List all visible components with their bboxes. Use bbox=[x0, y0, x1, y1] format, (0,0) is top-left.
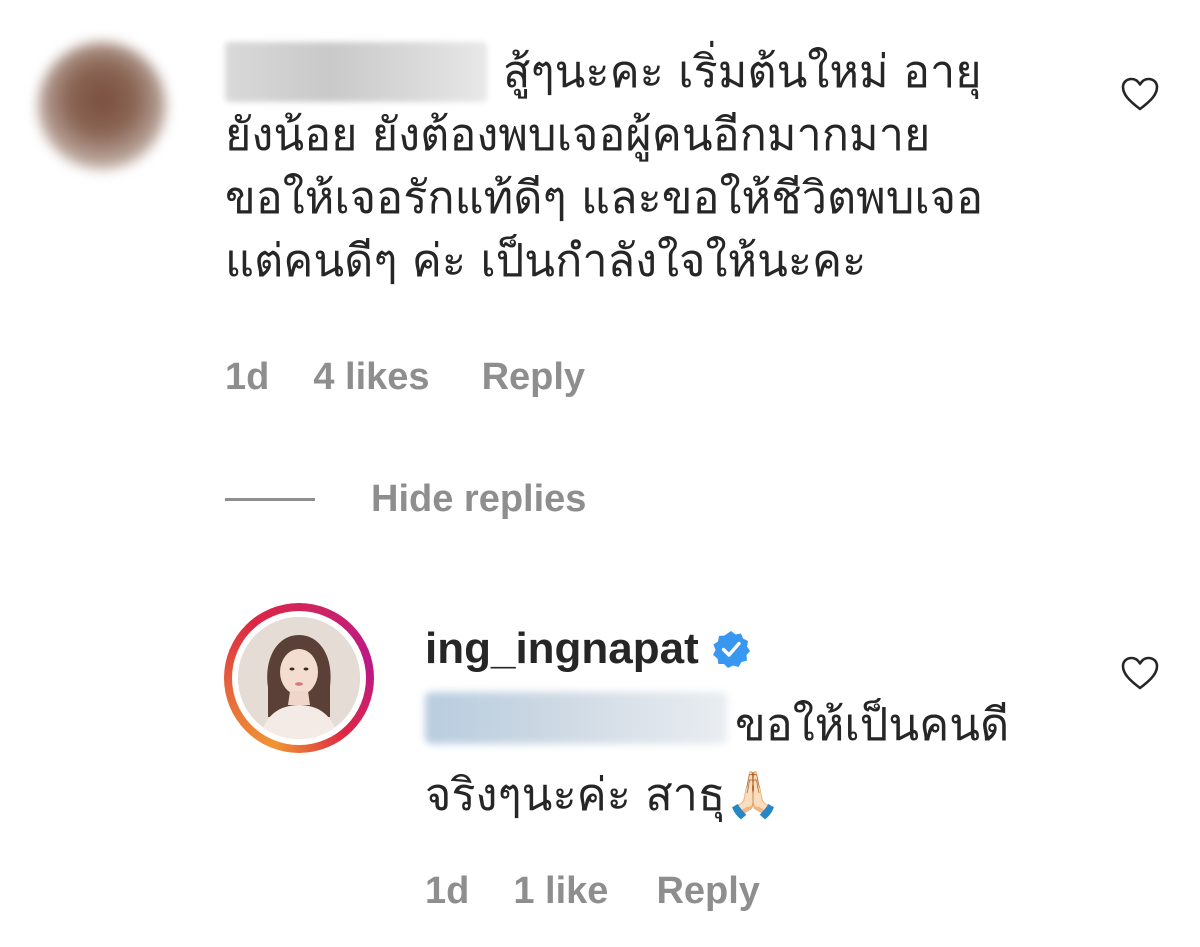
reply-likes-link[interactable]: 1 like bbox=[513, 870, 608, 913]
reply-text-line: จริงๆนะค่ะ สาธุ🙏🏻 bbox=[425, 768, 782, 821]
comment-text-line: ขอให้เจอรักแท้ดีๆ และขอให้ชีวิตพบเจอ bbox=[225, 171, 984, 224]
reply-username[interactable]: ing_ingnapat bbox=[425, 624, 699, 674]
commenter-avatar-blurred[interactable] bbox=[38, 42, 166, 170]
reply-avatar-story-ring[interactable] bbox=[224, 603, 374, 753]
heart-outline-icon bbox=[1121, 656, 1159, 690]
like-reply-button[interactable] bbox=[1120, 655, 1160, 691]
comment-meta: 1d 4 likes Reply bbox=[225, 356, 585, 399]
reply-text: ขอให้เป็นคนดี จริงๆนะค่ะ สาธุ🙏🏻 bbox=[425, 690, 1105, 830]
profile-photo bbox=[238, 617, 360, 739]
comment-text-line: สู้ๆนะคะ เริ่มต้นใหม่ อายุ bbox=[503, 45, 982, 98]
reply-time: 1d bbox=[425, 870, 470, 912]
reply-reply-button[interactable]: Reply bbox=[656, 870, 759, 913]
comment-time: 1d bbox=[225, 356, 270, 398]
like-comment-button[interactable] bbox=[1120, 76, 1160, 112]
comment-text: สู้ๆนะคะ เริ่มต้นใหม่ อายุ ยังน้อย ยังต้… bbox=[225, 40, 1025, 292]
reply-header: ing_ingnapat bbox=[425, 624, 751, 674]
hide-replies-button[interactable]: Hide replies bbox=[225, 478, 586, 521]
thread-divider-line bbox=[225, 498, 315, 501]
hide-replies-label: Hide replies bbox=[371, 478, 587, 520]
verified-badge-icon bbox=[711, 629, 751, 669]
comment-likes-link[interactable]: 4 likes bbox=[313, 356, 429, 399]
reply-text-line: ขอให้เป็นคนดี bbox=[735, 698, 1010, 751]
comment-text-line: แต่คนดีๆ ค่ะ เป็นกำลังใจให้นะคะ bbox=[225, 234, 867, 287]
comment-text-line: ยังน้อย ยังต้องพบเจอผู้คนอีกมากมาย bbox=[225, 108, 931, 161]
heart-outline-icon bbox=[1121, 77, 1159, 111]
reply-meta: 1d 1 like Reply bbox=[425, 870, 760, 913]
reply-avatar bbox=[238, 617, 360, 739]
comment-reply-button[interactable]: Reply bbox=[482, 356, 585, 399]
